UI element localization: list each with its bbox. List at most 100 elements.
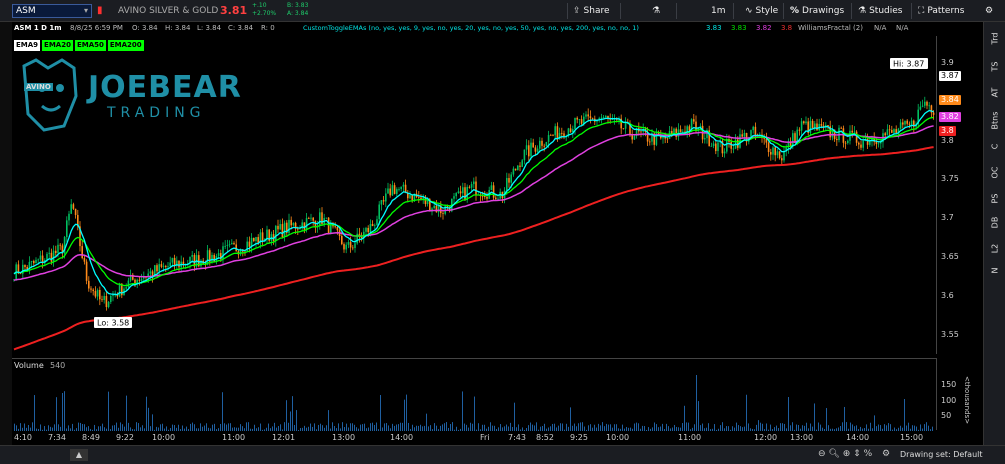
scroll-icon[interactable]: ⊖: [818, 449, 826, 459]
patterns-button[interactable]: ⛶ Patterns: [918, 4, 964, 19]
volume-bar: [284, 422, 285, 431]
candle-body: [580, 119, 583, 124]
time-axis[interactable]: 4:10 7:34 8:49 9:22 10:00 11:00 12:01 13:00 14:0…: [12, 431, 936, 445]
price-change: +.10 +2.70%: [252, 2, 276, 18]
volume-bar: [850, 422, 851, 431]
volume-bar: [220, 423, 221, 431]
ema20-value: 3.83: [731, 24, 747, 32]
volume-bar: [566, 423, 567, 431]
candle-body: [369, 224, 372, 233]
candle-body: [325, 217, 328, 219]
volume-bar: [192, 422, 193, 431]
time-tick: 11:00: [678, 433, 702, 442]
candle-body: [261, 232, 264, 242]
candle-body: [605, 115, 607, 118]
settings-button[interactable]: ⚙: [985, 4, 993, 19]
volume-bar: [908, 422, 909, 431]
volume-bar: [152, 414, 153, 431]
volume-bar: [350, 423, 351, 431]
symbol-dropdown-icon[interactable]: ▾: [80, 4, 92, 18]
share-button[interactable]: ⇪ Share: [573, 4, 610, 19]
drawing-set[interactable]: Drawing set: Default: [900, 450, 983, 459]
candle-body: [693, 119, 695, 122]
right-tab-btns[interactable]: Btns: [991, 112, 1000, 130]
volume-bar: [904, 399, 905, 431]
candle-body: [869, 141, 871, 145]
candle-body: [138, 279, 141, 281]
right-tab-trd[interactable]: Trd: [991, 30, 1000, 48]
right-tab-l2[interactable]: L2: [991, 240, 1000, 258]
arrows-icon[interactable]: ⇕: [853, 449, 861, 459]
right-tab-ts[interactable]: TS: [991, 58, 1000, 76]
right-tab-ps[interactable]: PS: [991, 190, 1000, 208]
right-tab-oc[interactable]: OC: [991, 164, 1000, 182]
candle-body: [816, 123, 818, 131]
candle-body: [393, 185, 396, 194]
volume-bar: [402, 422, 403, 431]
volume-bar: [806, 422, 807, 431]
ema200-tag[interactable]: EMA200: [107, 40, 144, 51]
percent-icon[interactable]: %: [864, 449, 873, 459]
volume-bar: [464, 423, 465, 431]
volume-bar: [292, 396, 293, 431]
time-tick: 8:52: [536, 433, 554, 442]
zoom-out-icon[interactable]: 🔍︎: [828, 449, 839, 459]
gear-icon[interactable]: ⚙: [882, 449, 890, 459]
candle-body: [884, 133, 886, 136]
volume-bar: [610, 424, 611, 431]
study-title[interactable]: CustomToggleEMAs (no, yes, yes, 9, yes, …: [303, 24, 639, 32]
vol-unit: <thousands>: [963, 376, 971, 425]
candle-body: [94, 291, 97, 297]
candle-body: [552, 135, 554, 137]
style-button[interactable]: ∿ Style: [745, 4, 778, 19]
candle-body: [490, 185, 493, 191]
volume-bar: [328, 410, 329, 431]
right-tab-db[interactable]: DB: [991, 214, 1000, 232]
candle-body: [855, 131, 858, 143]
candle-body: [547, 135, 550, 142]
flask-button[interactable]: ⚗: [652, 4, 660, 19]
datetime: 8/8/25 6:59 PM: [70, 24, 123, 32]
studies-button[interactable]: ⚗ Studies: [858, 4, 902, 19]
price-axis[interactable]: 3.93.853.83.753.73.653.63.55 3.873.843.8…: [936, 36, 968, 354]
time-tick: 15:00: [900, 433, 924, 442]
right-tab-at[interactable]: AT: [991, 84, 1000, 102]
volume-bar: [758, 420, 759, 431]
timeframe-label: 1m: [711, 6, 726, 16]
candle-body: [840, 127, 842, 129]
candle-body: [101, 299, 103, 301]
volume-bar: [386, 423, 387, 431]
candle-body: [281, 224, 284, 238]
candle-body: [400, 186, 402, 190]
ema9-tag[interactable]: EMA9: [14, 40, 41, 51]
volume-bar: [384, 423, 385, 431]
volume-panel[interactable]: Volume 540: [12, 358, 936, 431]
drawings-button[interactable]: % Drawings: [790, 4, 844, 19]
candle-body: [81, 246, 83, 259]
volume-bar: [146, 396, 147, 431]
volume-bar: [766, 423, 767, 431]
candle-body: [167, 266, 169, 268]
timeframe-button[interactable]: 1m: [711, 4, 726, 19]
candle-body: [171, 257, 174, 263]
top-toolbar: ASM ▾ ▮ AVINO SILVER & GOLD 3.81 +.10 +2…: [0, 0, 1005, 22]
candle-body: [695, 121, 697, 131]
candle-body: [750, 130, 752, 138]
candle-body: [178, 260, 180, 268]
flask-icon: ⚗: [652, 6, 661, 16]
ema50-value: 3.82: [756, 24, 772, 32]
candle-body: [679, 129, 682, 133]
fractal-study[interactable]: WilliamsFractal (2): [798, 24, 863, 32]
right-tab-n[interactable]: N: [991, 262, 1000, 280]
volume-bar: [560, 423, 561, 431]
right-tab-c[interactable]: C: [991, 138, 1000, 156]
expand-panel-icon[interactable]: ▲: [70, 449, 88, 461]
ema50-tag[interactable]: EMA50: [74, 40, 106, 51]
candle-body: [844, 142, 847, 144]
candle-body: [127, 280, 130, 288]
zoom-in-icon[interactable]: ⊕: [843, 449, 851, 459]
ema20-tag[interactable]: EMA20: [42, 40, 73, 51]
candle-body: [275, 225, 277, 241]
candle-body: [343, 244, 345, 250]
volume-bar: [320, 423, 321, 431]
